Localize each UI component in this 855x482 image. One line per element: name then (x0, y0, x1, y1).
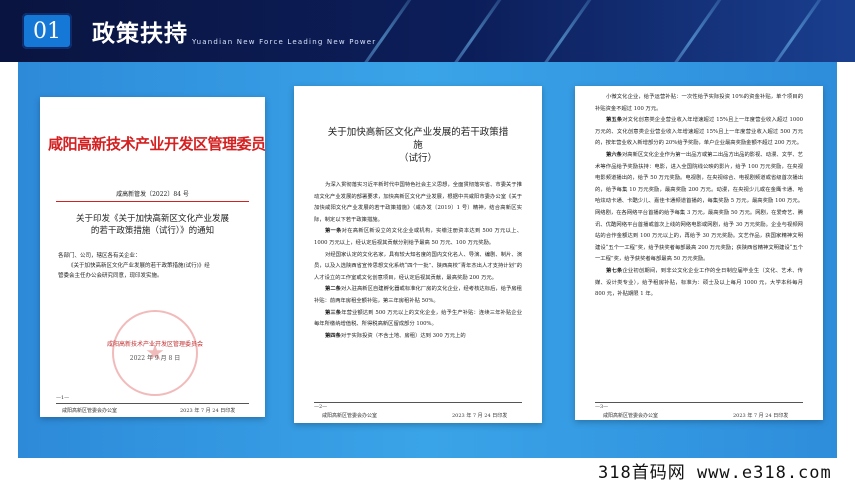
document-page-3: 小微文化企业，给予运营补贴：一次性给予实际投资 10%的资金补贴，单个项目的补贴… (575, 86, 823, 420)
page-number: —2— (314, 404, 328, 410)
section-title: 政策扶持 (92, 21, 188, 47)
policy-body-continued: 小微文化企业，给予运营补贴：一次性给予实际投资 10%的资金补贴，单个项目的补贴… (595, 94, 803, 298)
document-page-2: 关于加快高新区文化产业发展的若干政策措 施 （试行） 为深入贯彻落实习近平新时代… (294, 86, 542, 423)
footer-date: 2023 年 7 月 24 日印发 (180, 408, 236, 414)
footer-office: 咸阳高新区管委会办公室 (322, 413, 378, 419)
page-number: —1— (56, 395, 70, 401)
footer-office: 咸阳高新区管委会办公室 (62, 408, 118, 414)
footer-date: 2023 年 7 月 24 日印发 (733, 413, 789, 419)
doc-number: 咸高新管发〔2022〕84 号 (116, 191, 189, 198)
notice-body: 各部门、公司，辖区各有关企业： 《关于加快高新区文化产业发展的若干政策措施(试行… (58, 253, 210, 279)
header-band: 01 政策扶持 Yuandian New Force Leading New P… (0, 0, 855, 62)
red-letterhead: 咸阳高新技术产业开发区管理委员会文件 (48, 135, 265, 153)
section-subtitle: Yuandian New Force Leading New Power (192, 38, 377, 46)
red-divider (56, 201, 249, 202)
document-page-1: 咸阳高新技术产业开发区管理委员会文件 咸高新管发〔2022〕84 号 关于印发《… (40, 97, 265, 417)
policy-title: 关于加快高新区文化产业发展的若干政策措 施 （试行） (327, 127, 509, 164)
footer-office: 咸阳高新区管委会办公室 (603, 413, 659, 419)
page-number: —3— (595, 404, 609, 410)
notice-title: 关于印发《关于加快高新区文化产业发展 的若干政策措施（试行）》的通知 (75, 214, 229, 236)
site-watermark: 318首码网 www.e318.com (598, 463, 832, 482)
issue-date: 2022 年 9 月 8 日 (129, 355, 181, 362)
policy-body: 为深入贯彻落实习近平新时代中国特色社会主义思想，全面贯彻落实省、市委关于推动文化… (314, 182, 522, 339)
issuer-signature: 咸阳高新技术产业开发区管理委员会 (106, 341, 203, 348)
footer-date: 2023 年 7 月 24 日印发 (452, 413, 508, 419)
section-number-badge: 01 (22, 13, 72, 49)
